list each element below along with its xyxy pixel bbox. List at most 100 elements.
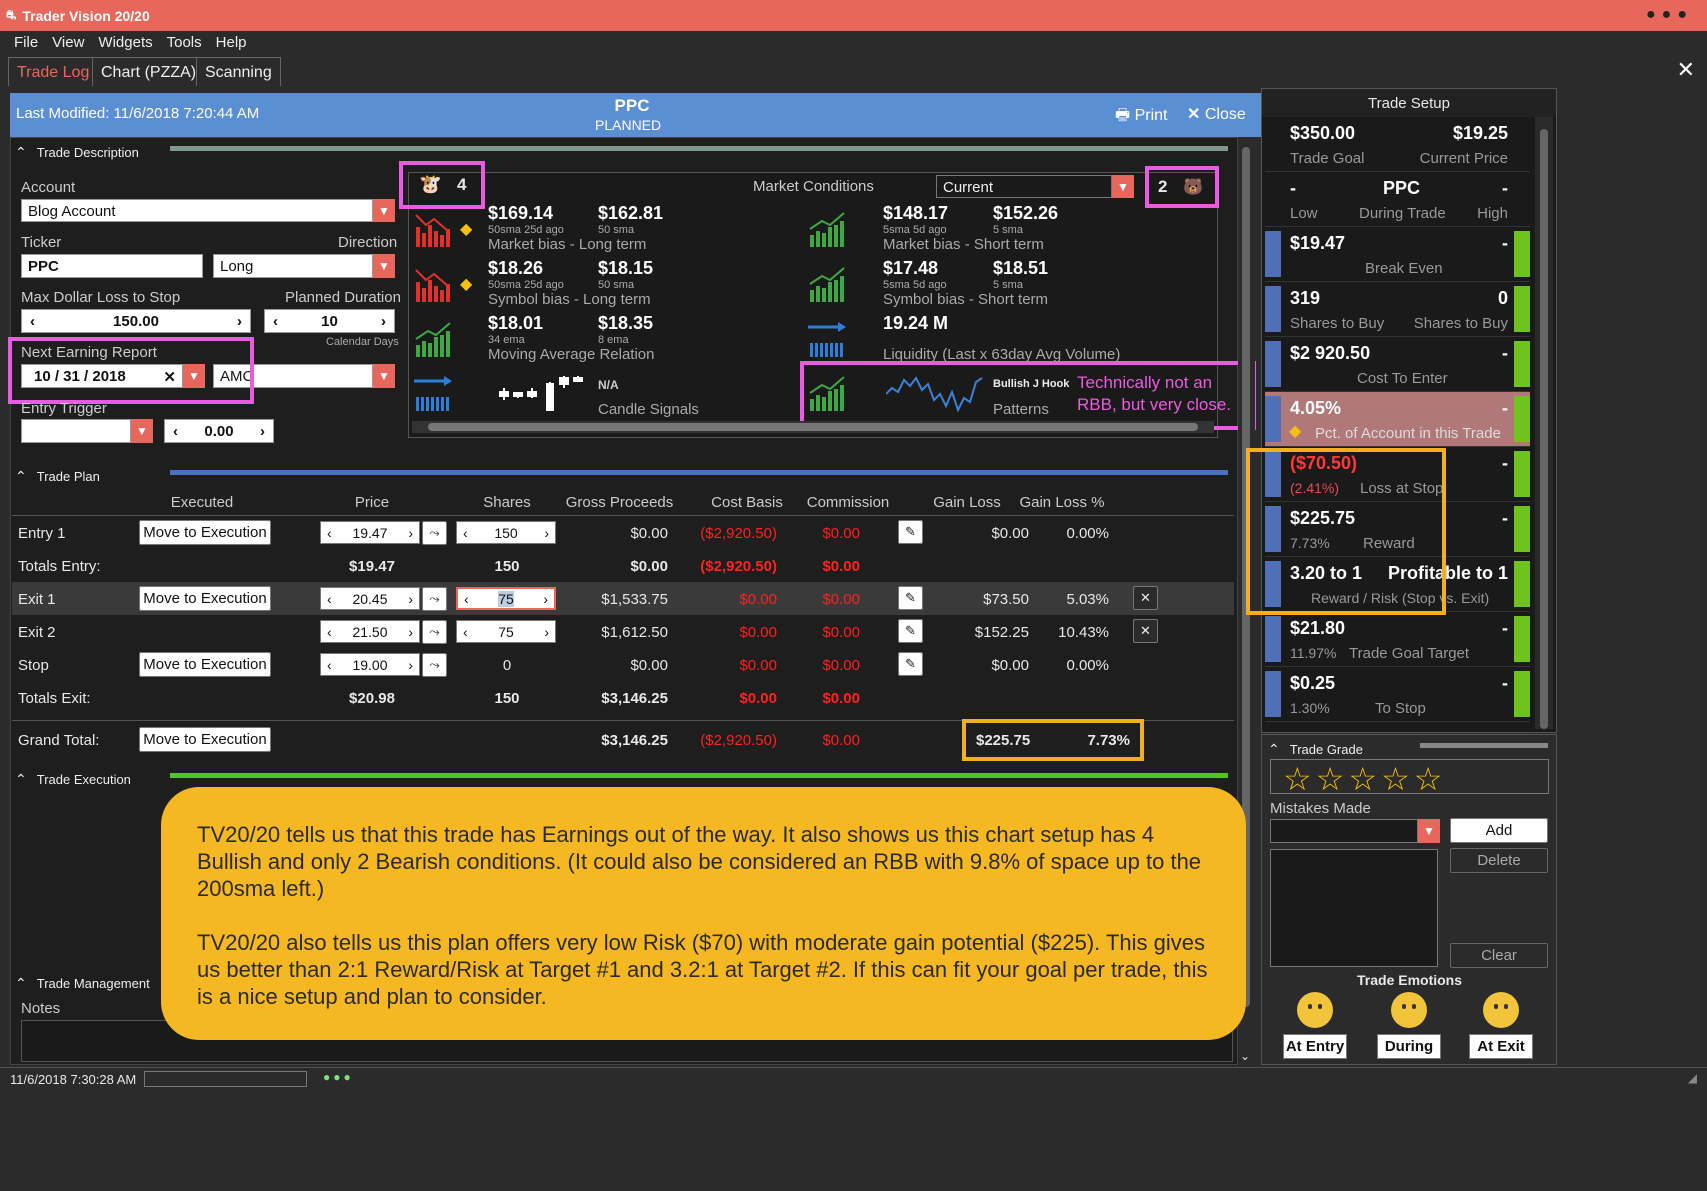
tab-scanning[interactable]: Scanning — [196, 57, 281, 86]
menu-widgets[interactable]: Widgets — [98, 34, 152, 51]
horizontal-scrollbar[interactable] — [412, 421, 1214, 433]
tab-strip: Trade Log Chart (PZZA) Scanning ✕ — [0, 55, 1707, 86]
shares-stepper[interactable]: ‹ 150 › — [456, 521, 556, 544]
chevron-down-icon[interactable]: ⌄ — [1240, 1049, 1250, 1063]
max-loss-stepper[interactable]: ‹ 150.00 › — [21, 309, 251, 333]
trade-management-header[interactable]: ⌃ Trade Management — [15, 969, 150, 997]
mc-value: $17.48 — [883, 258, 939, 278]
scrollbar-thumb[interactable] — [428, 423, 1198, 431]
edit-icon[interactable]: ✎ — [898, 586, 923, 610]
delete-button[interactable]: Delete — [1450, 848, 1548, 873]
edit-icon[interactable]: ✎ — [898, 619, 923, 643]
window-menu-dots[interactable]: ●●● — [1646, 6, 1693, 24]
move-to-execution-button[interactable]: Move to Execution — [139, 727, 271, 752]
dropdown-arrow-icon[interactable]: ▼ — [373, 364, 395, 388]
entry-trigger-select[interactable] — [21, 419, 131, 443]
bearish-bars-icon — [415, 214, 450, 247]
price-stepper[interactable]: ‹ 20.45 › — [320, 587, 420, 610]
star-rating-icons[interactable]: ☆☆☆☆☆ — [1283, 761, 1446, 797]
move-to-execution-button[interactable]: Move to Execution — [139, 652, 271, 677]
edit-icon[interactable]: ✎ — [898, 520, 923, 544]
chevron-left-icon[interactable]: ‹ — [463, 624, 468, 640]
scrollbar-thumb[interactable] — [1540, 129, 1548, 729]
dropdown-arrow-icon[interactable]: ▼ — [1418, 819, 1440, 843]
dropdown-arrow-icon[interactable]: ▼ — [373, 199, 395, 222]
move-to-execution-button[interactable]: Move to Execution — [139, 520, 271, 545]
chevron-left-icon[interactable]: ‹ — [327, 624, 332, 640]
chevron-right-icon[interactable]: › — [237, 313, 242, 330]
chevron-left-icon[interactable]: ‹ — [173, 423, 178, 440]
cost-value: $0.00 — [739, 591, 777, 608]
price-stepper[interactable]: ‹ 19.00 › — [320, 653, 420, 676]
mistakes-select[interactable] — [1270, 819, 1418, 843]
notes-label: Notes — [21, 1000, 61, 1017]
price-stepper[interactable]: ‹ 21.50 › — [320, 620, 420, 643]
chevron-left-icon[interactable]: ‹ — [30, 313, 35, 330]
tab-trade-log[interactable]: Trade Log — [8, 57, 99, 86]
chevron-right-icon[interactable]: › — [408, 657, 413, 673]
planned-duration-stepper[interactable]: ‹ 10 › — [264, 309, 395, 333]
move-to-execution-button[interactable]: Move to Execution — [139, 586, 271, 611]
menu-file[interactable]: File — [14, 34, 38, 51]
mistakes-list[interactable] — [1270, 849, 1438, 967]
setup-scrollbar[interactable] — [1535, 117, 1553, 729]
tab-chart[interactable]: Chart (PZZA) — [92, 57, 206, 86]
annotation-callout: TV20/20 tells us that this trade has Ear… — [161, 787, 1246, 1040]
menu-tools[interactable]: Tools — [167, 34, 202, 51]
chart-link-icon[interactable]: ⤳ — [422, 653, 447, 677]
chart-link-icon[interactable]: ⤳ — [422, 521, 447, 545]
ticker-input[interactable]: PPC — [21, 254, 203, 278]
chevron-right-icon[interactable]: › — [544, 624, 549, 640]
direction-select[interactable]: Long — [213, 254, 373, 278]
chevron-left-icon[interactable]: ‹ — [327, 591, 332, 607]
emotion-at-exit[interactable]: At Exit — [1469, 992, 1533, 1059]
emotion-at-entry[interactable]: At Entry — [1283, 992, 1347, 1059]
print-button[interactable]: 🖶 Print — [1115, 104, 1167, 131]
face-icon — [1297, 992, 1333, 1028]
chevron-left-icon[interactable]: ‹ — [327, 525, 332, 541]
dropdown-arrow-icon[interactable]: ▼ — [373, 254, 395, 278]
chevron-right-icon[interactable]: › — [408, 591, 413, 607]
resize-grip-icon[interactable]: ◢ — [1688, 1071, 1697, 1085]
chevron-left-icon[interactable]: ‹ — [327, 657, 332, 673]
close-tab-icon[interactable]: ✕ — [1677, 57, 1695, 83]
emotion-during[interactable]: During — [1377, 992, 1441, 1059]
total-shares: 150 — [494, 558, 520, 575]
menu-help[interactable]: Help — [216, 34, 247, 51]
mc-caption: Symbol bias - Long term — [488, 291, 651, 308]
dropdown-arrow-icon[interactable]: ▼ — [1112, 175, 1134, 198]
account-select[interactable]: Blog Account — [21, 199, 373, 222]
chevron-left-icon[interactable]: ‹ — [464, 591, 469, 607]
dropdown-arrow-icon[interactable]: ▼ — [131, 419, 153, 443]
chart-link-icon[interactable]: ⤳ — [422, 620, 447, 644]
chevron-right-icon[interactable]: › — [260, 423, 265, 440]
trade-execution-header[interactable]: ⌃ Trade Execution — [15, 765, 131, 793]
mc-sub: 5 sma — [993, 224, 1023, 236]
add-button[interactable]: Add — [1450, 818, 1548, 843]
price-stepper[interactable]: ‹ 19.47 › — [320, 521, 420, 544]
trade-description-header[interactable]: ⌃ Trade Description — [15, 138, 139, 166]
chevron-right-icon[interactable]: › — [544, 525, 549, 541]
chart-link-icon[interactable]: ⤳ — [422, 587, 447, 611]
chevron-left-icon[interactable]: ‹ — [273, 313, 278, 330]
chevron-right-icon[interactable]: › — [381, 313, 386, 330]
star-rating[interactable]: ☆☆☆☆☆ — [1270, 759, 1549, 797]
direction-label: Direction — [338, 234, 398, 251]
shares-stepper[interactable]: ‹ 75 › — [456, 620, 556, 643]
delete-row-icon[interactable]: ✕ — [1133, 586, 1158, 610]
shares-stepper[interactable]: ‹ 75 › — [456, 587, 556, 610]
edit-icon[interactable]: ✎ — [898, 652, 923, 676]
trade-plan-header[interactable]: ⌃ Trade Plan — [15, 462, 100, 490]
delete-row-icon[interactable]: ✕ — [1133, 619, 1158, 643]
chevron-right-icon[interactable]: › — [543, 591, 548, 607]
clear-button[interactable]: Clear — [1450, 943, 1548, 968]
close-button[interactable]: ✕ Close — [1187, 104, 1246, 124]
menu-view[interactable]: View — [52, 34, 84, 51]
mc-value: $18.15 — [598, 258, 654, 278]
trigger-value-stepper[interactable]: ‹ 0.00 › — [164, 419, 274, 443]
market-conditions-select[interactable]: Current — [936, 175, 1112, 198]
gain-pct-value: 0.00% — [1066, 657, 1109, 674]
chevron-right-icon[interactable]: › — [408, 525, 413, 541]
chevron-right-icon[interactable]: › — [408, 624, 413, 640]
chevron-left-icon[interactable]: ‹ — [463, 525, 468, 541]
